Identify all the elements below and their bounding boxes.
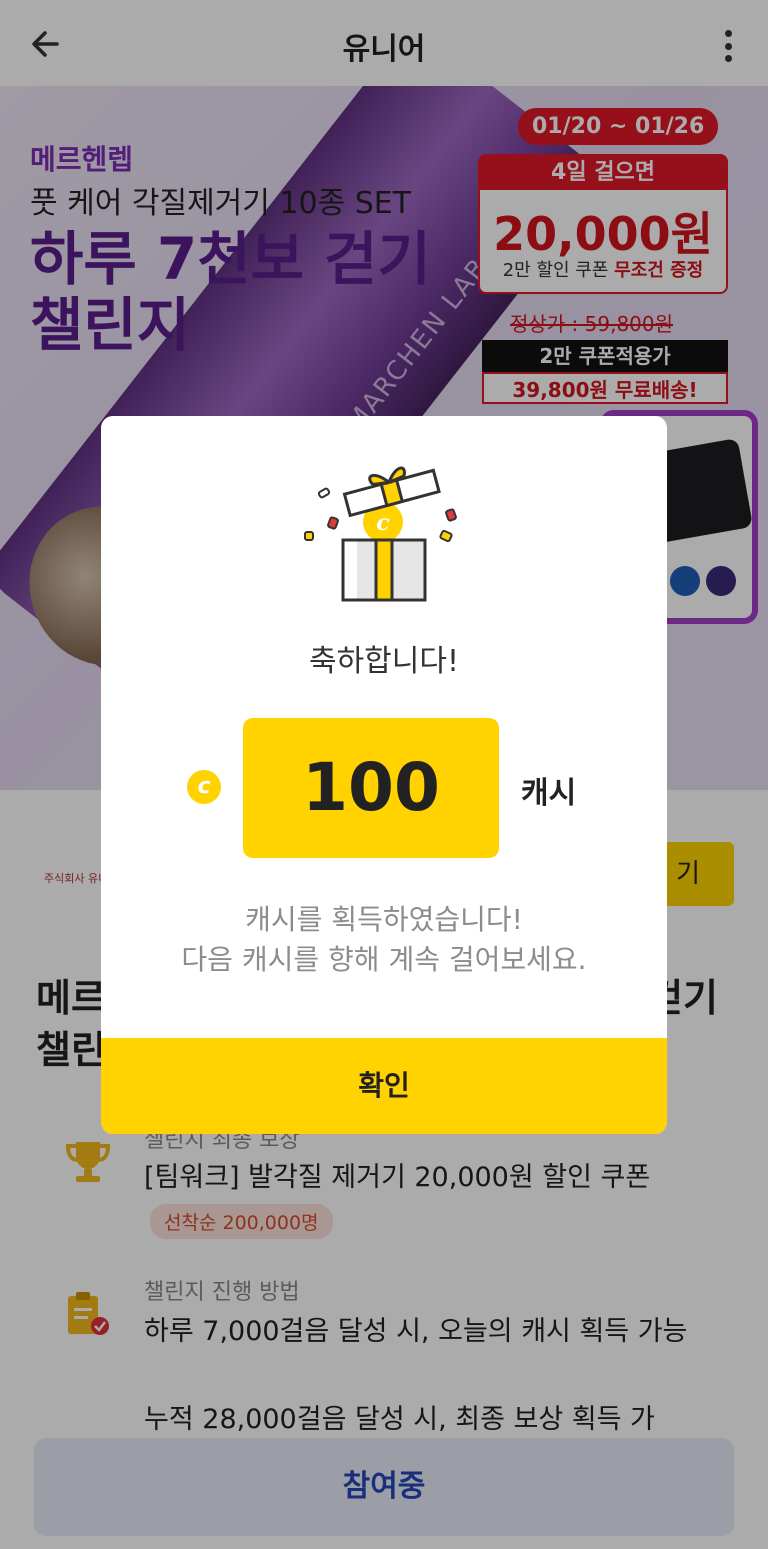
- confirm-button[interactable]: 확인: [101, 1038, 667, 1134]
- reward-amount-row: c 100 캐시: [101, 718, 667, 858]
- coin-icon: c: [187, 770, 221, 804]
- congrats-text: 축하합니다!: [308, 644, 460, 679]
- reward-message: 캐시를 획득하였습니다! 다음 캐시를 향해 계속 걸어보세요.: [181, 903, 587, 976]
- reward-unit: 캐시: [521, 776, 577, 811]
- gift-box-icon: c: [304, 466, 457, 602]
- reward-modal: c 축하합니다! c 100 캐시 캐시를 획득하였습니다! 다음 캐시를 향해…: [101, 416, 667, 1134]
- gift-coin-glyph: c: [376, 510, 390, 536]
- reward-amount: 100: [243, 718, 499, 858]
